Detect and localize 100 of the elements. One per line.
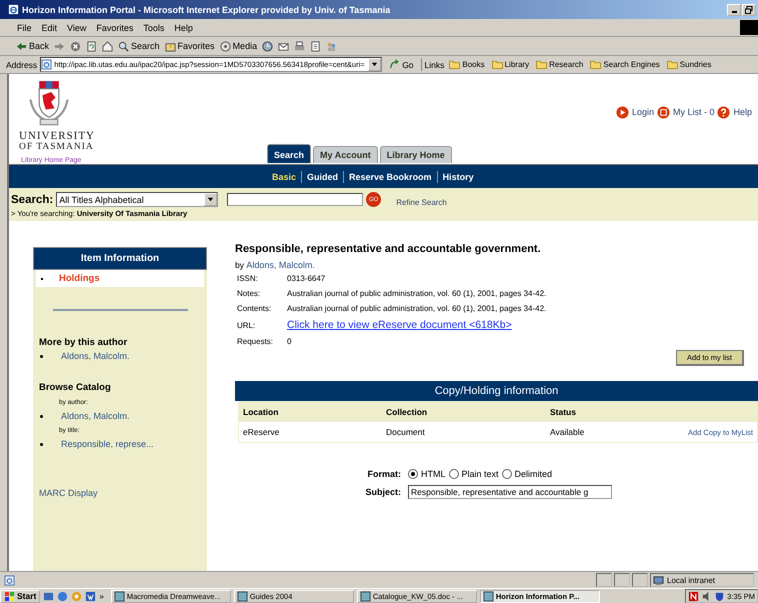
- table-cell-text: eReserve: [243, 427, 280, 437]
- field-value: Australian journal of public administration, vol. 60 (1), 2001, pages 34-42.: [287, 304, 548, 313]
- search-button[interactable]: Search: [116, 40, 162, 52]
- mail-icon: [278, 40, 290, 52]
- caret-icon: [371, 61, 378, 68]
- folder-icon: [492, 60, 503, 69]
- subnav-link[interactable]: History: [442, 172, 475, 182]
- favorites-button[interactable]: Favorites: [162, 40, 217, 52]
- field-label: ISSN:: [237, 274, 259, 283]
- windows-logo-icon: [4, 590, 15, 602]
- shield-icon: [714, 590, 726, 602]
- search-label: Search:: [11, 194, 54, 206]
- refresh-icon: [86, 40, 98, 52]
- field-value: 0: [287, 337, 292, 346]
- sidebar-title: Item Information: [33, 247, 207, 270]
- menu-item[interactable]: View: [62, 22, 92, 32]
- menu-item[interactable]: Favorites: [91, 22, 138, 32]
- browser-icon: [8, 4, 19, 15]
- radio-label: HTML: [421, 469, 446, 479]
- print-icon: [294, 40, 306, 52]
- browse-link[interactable]: Responsible, represe...: [61, 439, 154, 449]
- link-button[interactable]: Library: [490, 60, 532, 69]
- restore-button[interactable]: [742, 4, 756, 16]
- marc-display-link[interactable]: MARC Display: [33, 488, 207, 498]
- window-icon: [236, 590, 248, 602]
- more-button[interactable]: »: [99, 592, 104, 600]
- help-icon: [717, 106, 730, 118]
- document-icon[interactable]: [85, 590, 96, 602]
- nav-tab[interactable]: My Account: [313, 146, 378, 163]
- home-button[interactable]: [100, 40, 116, 52]
- refine-search-link[interactable]: Refine Search: [396, 198, 447, 206]
- status-pane: [596, 573, 612, 587]
- mail-button[interactable]: [276, 40, 292, 52]
- subnav-link[interactable]: Guided: [306, 172, 340, 182]
- link-button[interactable]: Books: [447, 60, 487, 69]
- menu-item[interactable]: Tools: [138, 22, 170, 32]
- go-button[interactable]: Go: [385, 59, 418, 70]
- subnav-link[interactable]: Reserve Bookroom: [348, 172, 433, 182]
- folder-icon: [449, 60, 460, 69]
- search-field[interactable]: [227, 193, 364, 206]
- table-cell-text: Available: [550, 427, 586, 437]
- header-link[interactable]: My List - 0: [672, 107, 714, 117]
- page-icon: [41, 59, 52, 70]
- section-heading: Browse Catalog: [38, 382, 112, 393]
- browse-link[interactable]: Aldons, Malcolm.: [61, 411, 130, 421]
- folder-icon: [666, 60, 678, 69]
- menu-item[interactable]: File: [12, 22, 37, 32]
- radio-label: Plain text: [462, 469, 499, 479]
- subject-label: Subject:: [364, 487, 401, 497]
- status-pane: [632, 573, 648, 587]
- search-icon: [118, 40, 130, 52]
- ereserve-link[interactable]: Click here to view eReserve document <618Kb>: [287, 319, 758, 331]
- nav-tab[interactable]: Library Home: [380, 146, 452, 163]
- folder-icon: [536, 60, 548, 69]
- format-label: Format:: [366, 469, 401, 479]
- field-value: 0313-6647: [287, 274, 326, 283]
- home-icon: [102, 40, 114, 52]
- links-label: Links: [424, 60, 444, 70]
- format-radio[interactable]: [502, 469, 512, 479]
- column-header: Status: [550, 407, 577, 417]
- start-button[interactable]: Start: [0, 590, 40, 602]
- nav-tab[interactable]: Search: [267, 144, 312, 163]
- window-icon: [360, 590, 371, 602]
- author-link[interactable]: Aldons, Malcolm.: [61, 351, 130, 361]
- menu-item[interactable]: Edit: [36, 22, 62, 32]
- link-button[interactable]: Research: [534, 60, 586, 69]
- subnav-link[interactable]: Basic: [271, 172, 298, 182]
- field-label: Contents:: [237, 304, 272, 313]
- holdings-title: Copy/Holding information: [235, 381, 758, 401]
- globe-icon[interactable]: [57, 590, 68, 602]
- people-icon: [326, 40, 338, 52]
- status-pane: [614, 573, 630, 587]
- minimize-button[interactable]: [727, 4, 741, 16]
- column-header: Collection: [386, 407, 428, 417]
- dropdown-button[interactable]: [368, 58, 382, 71]
- column-header: Location: [243, 407, 280, 417]
- history-button[interactable]: [260, 40, 276, 52]
- back-button[interactable]: Back: [14, 40, 52, 52]
- disc-icon: [220, 40, 231, 52]
- header-link[interactable]: Help: [733, 107, 752, 117]
- document-icon: [310, 40, 322, 52]
- format-radio[interactable]: [448, 469, 458, 479]
- sidebar-item[interactable]: Holdings: [36, 270, 204, 287]
- list-icon: [656, 106, 670, 118]
- logo-text: UNIVERSITY: [19, 131, 95, 142]
- media-button[interactable]: Media: [218, 40, 260, 52]
- link-button[interactable]: Search Engines: [588, 60, 662, 69]
- caret-icon: [207, 196, 214, 203]
- menu-item[interactable]: Help: [169, 22, 198, 32]
- link-button[interactable]: Sundries: [664, 60, 714, 69]
- arrow-left-icon: [16, 40, 27, 52]
- author-link[interactable]: Aldons, Malcolm.: [246, 260, 315, 270]
- radio-label: Delimited: [514, 469, 552, 479]
- format-radio[interactable]: [408, 469, 418, 479]
- header-link[interactable]: Login: [632, 107, 654, 117]
- desktop-icon[interactable]: [43, 590, 54, 602]
- search-index-dropdown[interactable]: All Titles Alphabetical: [56, 192, 218, 207]
- restore-icon: [745, 6, 753, 14]
- subject-field[interactable]: Responsible, representative and accountable g: [408, 485, 612, 499]
- clock-icon: [262, 40, 274, 52]
